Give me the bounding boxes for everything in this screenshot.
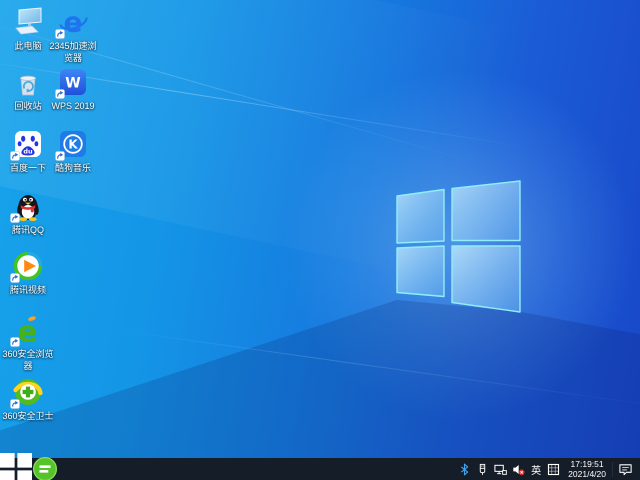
desktop-icon-label: 腾讯视频: [9, 285, 46, 295]
ime-language-indicator[interactable]: 英: [528, 462, 544, 477]
windows-10-desktop: 此电脑 e 2345加速浏 览器 回收站 W WPS 2019 du 百度一下 …: [0, 0, 640, 480]
desktop-icon-label: 酷狗音乐: [54, 163, 91, 173]
light-ray: [119, 330, 640, 409]
clock-time: 17:19:51: [570, 459, 604, 469]
desktop-icon-label: 360安全卫士: [2, 411, 54, 421]
system-tray: 英 17:19:51 2021/4/20: [456, 458, 640, 480]
recycle-bin-icon: [19, 75, 36, 96]
shortcut-arrow-badge: [10, 273, 20, 283]
shortcut-arrow-badge: [10, 151, 20, 161]
svg-text:K: K: [68, 138, 78, 152]
desktop-icon-label: 腾讯QQ: [11, 225, 44, 235]
green-circle-e-icon: [32, 456, 58, 480]
desktop-icon-tencent-qq[interactable]: 腾讯QQ: [1, 190, 55, 236]
shortcut-arrow-badge: [55, 151, 65, 161]
desktop-icon-2345-browser[interactable]: e 2345加速浏 览器: [46, 6, 100, 64]
shortcut-arrow-badge: [55, 89, 65, 99]
taskbar-empty-area[interactable]: [58, 458, 456, 480]
action-center-button[interactable]: [612, 461, 638, 477]
desktop-icon-tencent-video[interactable]: 腾讯视频: [1, 250, 55, 296]
monitor-icon: [15, 7, 42, 35]
desktop-icon-label: 2345加速浏 览器: [49, 41, 97, 63]
notification-bubble-icon: [619, 463, 632, 475]
shortcut-arrow-badge: [10, 337, 20, 347]
desktop-icon-360-safeguard[interactable]: 360安全卫士: [1, 376, 55, 422]
bluetooth-icon[interactable]: [456, 458, 473, 480]
start-button[interactable]: [0, 453, 32, 480]
windows-start-icon: [0, 453, 32, 480]
taskbar-360-browser-button[interactable]: [32, 456, 58, 480]
windows-logo: [396, 180, 521, 313]
clock-date: 2021/4/20: [568, 469, 606, 479]
desktop-icon-360-browser[interactable]: e 360安全浏览器: [1, 314, 55, 372]
desktop-icon-label: WPS 2019: [51, 101, 95, 111]
network-ethernet-icon[interactable]: [492, 458, 509, 480]
shortcut-arrow-badge: [10, 213, 20, 223]
ime-grid-icon[interactable]: [545, 458, 562, 480]
taskbar-clock[interactable]: 17:19:51 2021/4/20: [563, 459, 611, 479]
volume-muted-icon[interactable]: [510, 458, 527, 480]
svg-text:W: W: [65, 76, 80, 92]
shortcut-arrow-badge: [10, 399, 20, 409]
desktop-wallpaper[interactable]: 此电脑 e 2345加速浏 览器 回收站 W WPS 2019 du 百度一下 …: [0, 0, 640, 458]
svg-text:du: du: [23, 147, 33, 155]
desktop-icon-kugou-music[interactable]: K 酷狗音乐: [46, 128, 100, 174]
usb-device-icon[interactable]: [474, 458, 491, 480]
shortcut-arrow-badge: [55, 29, 65, 39]
desktop-icon-wps-2019[interactable]: W WPS 2019: [46, 66, 100, 112]
desktop-icon-label: 360安全浏览器: [2, 349, 54, 371]
svg-text:e: e: [64, 6, 83, 38]
taskbar: 英 17:19:51 2021/4/20: [0, 453, 640, 480]
